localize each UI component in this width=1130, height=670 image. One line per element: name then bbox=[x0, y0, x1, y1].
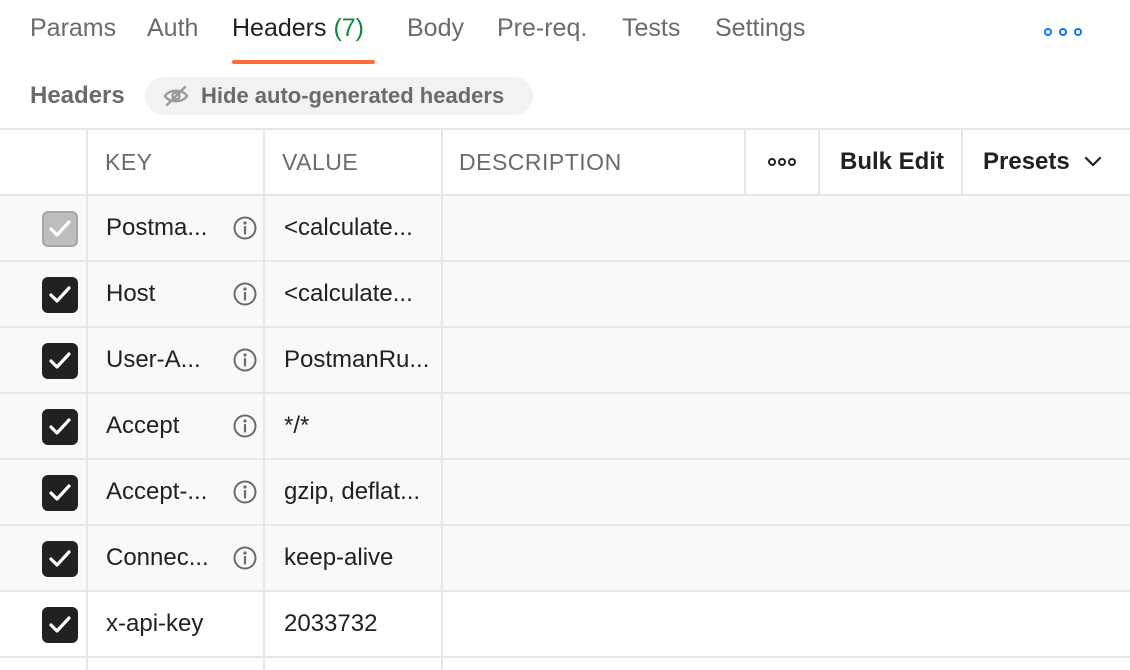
eye-off-icon bbox=[163, 85, 189, 107]
info-icon[interactable] bbox=[233, 348, 257, 372]
row-checkbox[interactable] bbox=[42, 277, 78, 313]
tab-body[interactable]: Body bbox=[407, 14, 464, 43]
column-options-icon[interactable] bbox=[768, 130, 796, 194]
info-icon[interactable] bbox=[233, 414, 257, 438]
tab-headers-label: Headers bbox=[232, 14, 327, 42]
column-header-key: KEY bbox=[105, 148, 153, 175]
table-row: User-A... PostmanRu... bbox=[0, 328, 1130, 394]
column-divider bbox=[818, 130, 820, 196]
info-icon[interactable] bbox=[233, 282, 257, 306]
checkmark-icon bbox=[49, 286, 71, 303]
header-value[interactable]: <calculate... bbox=[284, 196, 413, 260]
presets-dropdown[interactable]: Presets bbox=[983, 130, 1102, 194]
column-divider bbox=[744, 130, 746, 196]
checkmark-icon bbox=[49, 484, 71, 501]
header-key[interactable]: Accept bbox=[106, 394, 179, 458]
info-icon[interactable] bbox=[233, 480, 257, 504]
row-checkbox[interactable] bbox=[42, 409, 78, 445]
tab-tests[interactable]: Tests bbox=[622, 14, 680, 43]
header-value[interactable]: */* bbox=[284, 394, 309, 458]
more-horizontal-icon[interactable] bbox=[1044, 22, 1082, 42]
hide-auto-generated-headers-label: Hide auto-generated headers bbox=[201, 83, 505, 108]
header-value[interactable]: <calculate... bbox=[284, 262, 413, 326]
column-divider bbox=[263, 130, 265, 670]
table-row: Host <calculate... bbox=[0, 262, 1130, 328]
checkmark-icon bbox=[49, 616, 71, 633]
headers-table: KEY VALUE DESCRIPTION Bulk Edit Presets … bbox=[0, 128, 1130, 670]
tab-params[interactable]: Params bbox=[30, 14, 116, 43]
column-header-description: DESCRIPTION bbox=[459, 148, 622, 175]
request-tabs: Params Auth Headers (7) Body Pre-req. Te… bbox=[0, 0, 1130, 64]
header-value[interactable]: gzip, deflat... bbox=[284, 460, 420, 524]
column-divider bbox=[441, 130, 443, 670]
headers-section-title: Headers bbox=[30, 82, 125, 109]
presets-label: Presets bbox=[983, 148, 1070, 175]
header-key[interactable]: Connec... bbox=[106, 526, 209, 590]
row-checkbox bbox=[42, 211, 78, 247]
row-checkbox[interactable] bbox=[42, 541, 78, 577]
info-icon[interactable] bbox=[233, 216, 257, 240]
column-divider bbox=[961, 130, 963, 196]
header-key[interactable]: Postma... bbox=[106, 196, 207, 260]
tab-headers-count: (7) bbox=[333, 14, 365, 42]
header-key[interactable]: x-api-key bbox=[106, 592, 203, 656]
column-header-value: VALUE bbox=[282, 148, 359, 175]
row-checkbox[interactable] bbox=[42, 343, 78, 379]
tab-headers[interactable]: Headers (7) bbox=[232, 14, 364, 43]
header-key[interactable]: Accept-... bbox=[106, 460, 207, 524]
bulk-edit-button[interactable]: Bulk Edit bbox=[840, 130, 944, 194]
tab-settings[interactable]: Settings bbox=[715, 14, 805, 43]
checkmark-icon bbox=[49, 550, 71, 567]
hide-auto-generated-headers-button[interactable]: Hide auto-generated headers bbox=[145, 77, 533, 115]
tab-pre-request[interactable]: Pre-req. bbox=[497, 14, 587, 43]
active-tab-indicator bbox=[232, 60, 375, 64]
table-row: Postma... <calculate... bbox=[0, 196, 1130, 262]
checkmark-icon bbox=[49, 220, 71, 237]
table-row: Accept-... gzip, deflat... bbox=[0, 460, 1130, 526]
header-key[interactable]: User-A... bbox=[106, 328, 201, 392]
checkmark-icon bbox=[49, 352, 71, 369]
row-checkbox[interactable] bbox=[42, 607, 78, 643]
header-value[interactable]: keep-alive bbox=[284, 526, 393, 590]
header-key[interactable]: Host bbox=[106, 262, 155, 326]
table-row: Connec... keep-alive bbox=[0, 526, 1130, 592]
table-row: Accept */* bbox=[0, 394, 1130, 460]
header-value[interactable]: PostmanRu... bbox=[284, 328, 429, 392]
row-checkbox[interactable] bbox=[42, 475, 78, 511]
chevron-down-icon bbox=[1084, 156, 1101, 167]
tab-auth[interactable]: Auth bbox=[147, 14, 198, 43]
column-divider bbox=[86, 130, 88, 670]
info-icon[interactable] bbox=[233, 546, 257, 570]
header-value[interactable]: 2033732 bbox=[284, 592, 377, 656]
table-row: x-api-key 2033732 bbox=[0, 592, 1130, 658]
checkmark-icon bbox=[49, 418, 71, 435]
